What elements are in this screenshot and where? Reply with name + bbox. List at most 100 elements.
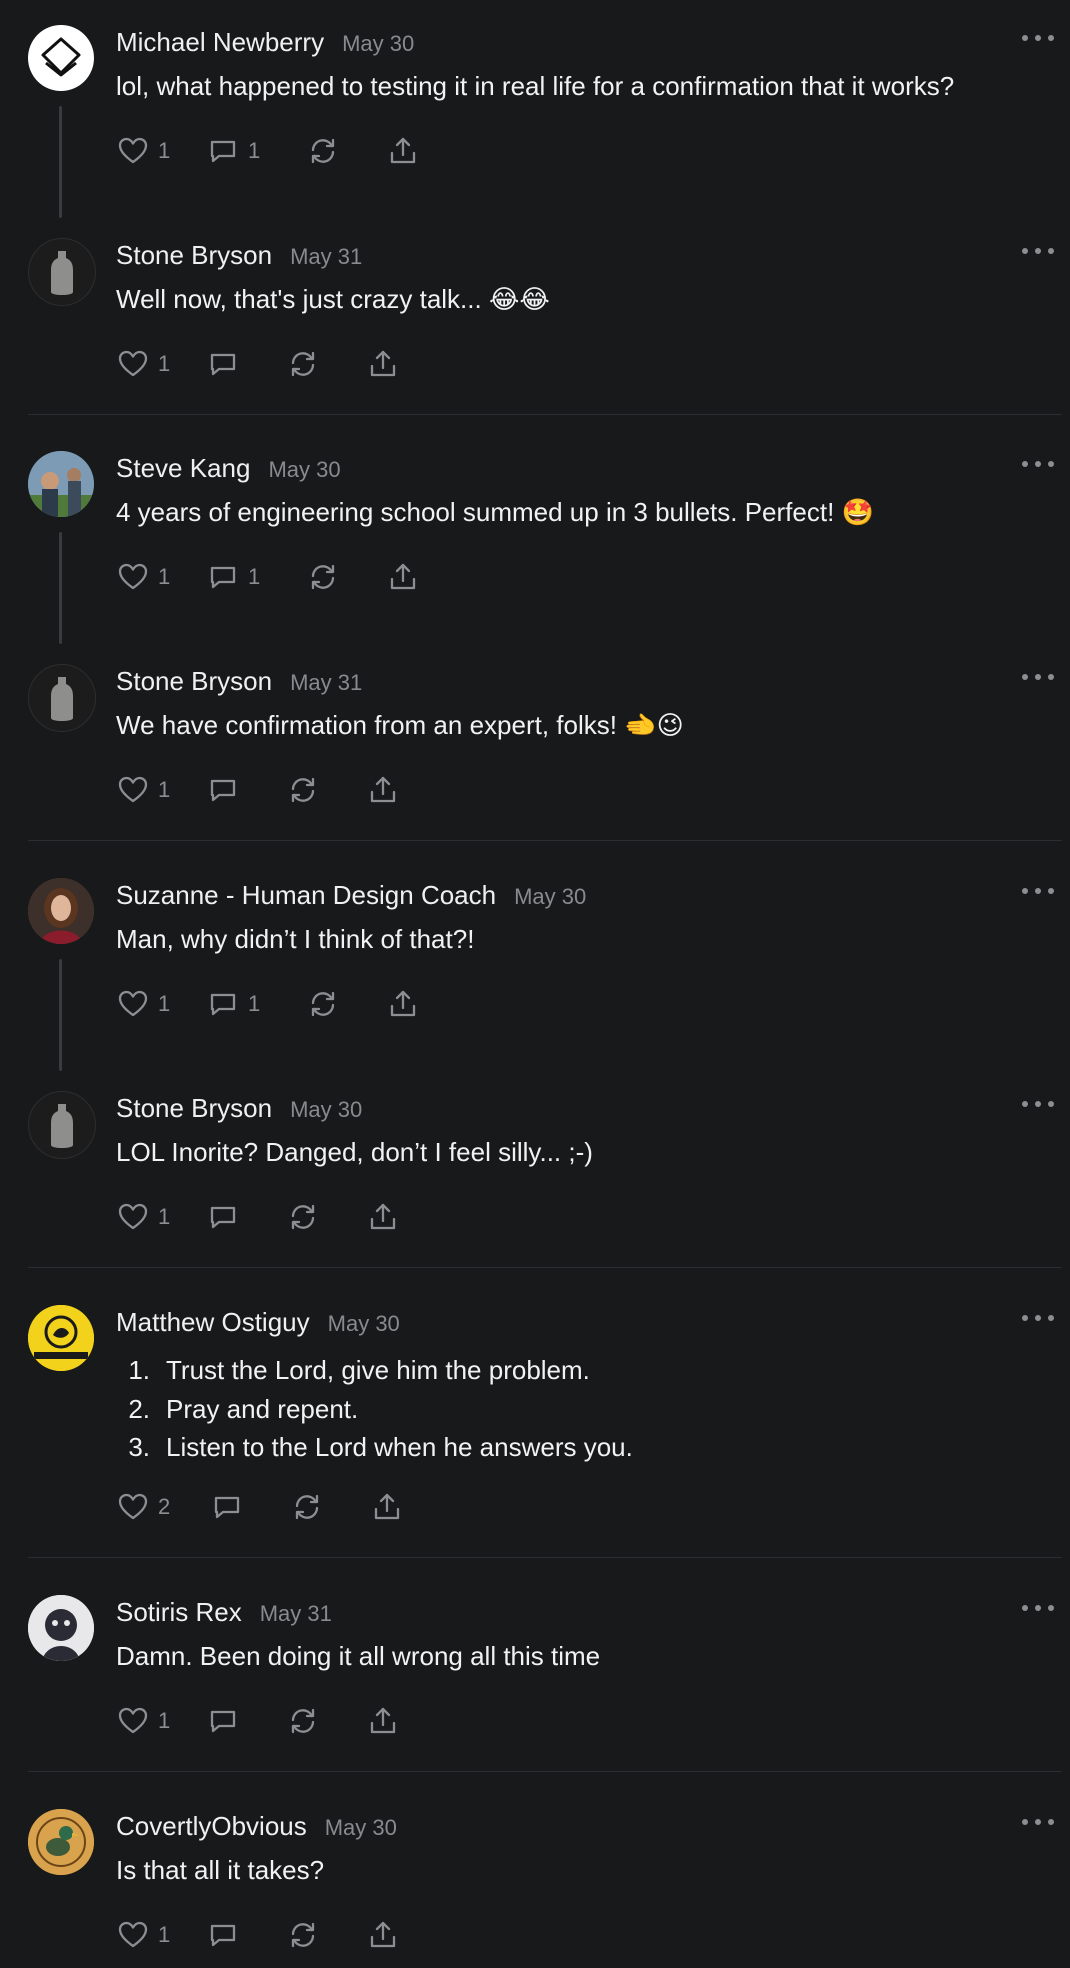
comment-actions: 1 1 bbox=[116, 983, 420, 1025]
restack-button[interactable] bbox=[286, 347, 366, 381]
share-button[interactable] bbox=[370, 1490, 404, 1524]
author-name[interactable]: Stone Bryson bbox=[116, 240, 272, 271]
refresh-icon bbox=[291, 1204, 315, 1230]
reply-button[interactable] bbox=[210, 1490, 290, 1524]
share-button[interactable] bbox=[386, 560, 420, 594]
more-options-icon[interactable] bbox=[1022, 30, 1054, 46]
thread-line bbox=[59, 959, 62, 1071]
share-icon bbox=[390, 137, 416, 164]
avatar[interactable] bbox=[28, 451, 94, 517]
reply-button[interactable]: 1 bbox=[206, 560, 306, 594]
more-options-icon[interactable] bbox=[1022, 883, 1054, 899]
reply-button[interactable]: 1 bbox=[206, 134, 306, 168]
share-icon bbox=[370, 1203, 396, 1230]
refresh-icon bbox=[291, 777, 315, 803]
comment-date[interactable]: May 31 bbox=[290, 670, 362, 696]
comment-icon bbox=[210, 1710, 236, 1733]
author-name[interactable]: Stone Bryson bbox=[116, 666, 272, 697]
avatar[interactable] bbox=[28, 878, 94, 944]
like-button[interactable]: 1 bbox=[116, 1200, 206, 1234]
comment-date[interactable]: May 30 bbox=[325, 1815, 397, 1841]
like-count: 1 bbox=[158, 991, 171, 1016]
like-count: 1 bbox=[158, 777, 171, 802]
restack-button[interactable] bbox=[306, 134, 386, 168]
share-button[interactable] bbox=[366, 773, 400, 807]
heart-icon bbox=[118, 1921, 148, 1948]
comment-text: Damn. Been doing it all wrong all this t… bbox=[116, 1641, 601, 1671]
restack-button[interactable] bbox=[306, 560, 386, 594]
comment-date[interactable]: May 30 bbox=[514, 884, 586, 910]
share-button[interactable] bbox=[366, 1200, 400, 1234]
comment-date[interactable]: May 31 bbox=[260, 1601, 332, 1627]
photo-avatar-icon bbox=[28, 878, 94, 944]
share-button[interactable] bbox=[386, 987, 420, 1021]
comment-text: Is that all it takes? bbox=[116, 1855, 325, 1885]
author-name[interactable]: Michael Newberry bbox=[116, 27, 324, 58]
restack-button[interactable] bbox=[286, 1704, 366, 1738]
reply-button[interactable] bbox=[206, 1704, 286, 1738]
more-options-icon[interactable] bbox=[1022, 1096, 1054, 1112]
author-name[interactable]: Stone Bryson bbox=[116, 1093, 272, 1124]
reply-button[interactable] bbox=[206, 1918, 286, 1952]
avatar[interactable] bbox=[28, 238, 96, 306]
author-name[interactable]: Matthew Ostiguy bbox=[116, 1307, 310, 1338]
thread-line bbox=[59, 106, 62, 218]
like-button[interactable]: 1 bbox=[116, 560, 206, 594]
author-name[interactable]: Steve Kang bbox=[116, 453, 250, 484]
refresh-icon bbox=[291, 351, 315, 377]
author-name[interactable]: Sotiris Rex bbox=[116, 1597, 242, 1628]
like-count: 1 bbox=[158, 351, 171, 376]
avatar[interactable] bbox=[28, 1305, 94, 1371]
like-button[interactable]: 1 bbox=[116, 1918, 206, 1952]
avatar[interactable] bbox=[28, 1809, 94, 1875]
comment-icon bbox=[210, 993, 236, 1016]
refresh-icon bbox=[291, 1922, 315, 1948]
comment-date[interactable]: May 30 bbox=[290, 1097, 362, 1123]
comment-icon bbox=[210, 1206, 236, 1229]
like-button[interactable]: 1 bbox=[116, 773, 206, 807]
comment-date[interactable]: May 31 bbox=[290, 244, 362, 270]
author-name[interactable]: CovertlyObvious bbox=[116, 1811, 307, 1842]
comment-date[interactable]: May 30 bbox=[328, 1311, 400, 1337]
comment-actions: 1 bbox=[116, 1700, 400, 1742]
restack-button[interactable] bbox=[290, 1490, 370, 1524]
restack-button[interactable] bbox=[286, 773, 366, 807]
comment-icon bbox=[210, 140, 236, 163]
heart-icon bbox=[118, 137, 148, 164]
more-options-icon[interactable] bbox=[1022, 1600, 1054, 1616]
reply-button[interactable]: 1 bbox=[206, 987, 306, 1021]
like-button[interactable]: 1 bbox=[116, 1704, 206, 1738]
restack-button[interactable] bbox=[306, 987, 386, 1021]
more-options-icon[interactable] bbox=[1022, 456, 1054, 472]
like-button[interactable]: 2 bbox=[116, 1490, 210, 1524]
more-options-icon[interactable] bbox=[1022, 1814, 1054, 1830]
thread-divider bbox=[28, 1557, 1062, 1558]
avatar[interactable] bbox=[28, 1595, 94, 1661]
restack-button[interactable] bbox=[286, 1200, 366, 1234]
silhouette-avatar-icon bbox=[51, 1104, 73, 1148]
comment-date[interactable]: May 30 bbox=[342, 31, 414, 57]
share-button[interactable] bbox=[366, 347, 400, 381]
like-button[interactable]: 1 bbox=[116, 987, 206, 1021]
reply-button[interactable] bbox=[206, 773, 286, 807]
share-button[interactable] bbox=[386, 134, 420, 168]
list-item: 3. Listen to the Lord when he answers you… bbox=[116, 1428, 633, 1467]
more-options-icon[interactable] bbox=[1022, 1310, 1054, 1326]
like-button[interactable]: 1 bbox=[116, 347, 206, 381]
reply-button[interactable] bbox=[206, 347, 286, 381]
more-options-icon[interactable] bbox=[1022, 669, 1054, 685]
comment-date[interactable]: May 30 bbox=[268, 457, 340, 483]
avatar[interactable] bbox=[28, 664, 96, 732]
heart-icon bbox=[118, 1707, 148, 1734]
share-button[interactable] bbox=[366, 1704, 400, 1738]
comment-actions: 1 1 bbox=[116, 556, 420, 598]
avatar[interactable] bbox=[28, 1091, 96, 1159]
author-name[interactable]: Suzanne - Human Design Coach bbox=[116, 880, 496, 911]
restack-button[interactable] bbox=[286, 1918, 366, 1952]
avatar[interactable] bbox=[28, 25, 94, 91]
like-count: 1 bbox=[158, 138, 171, 163]
like-button[interactable]: 1 bbox=[116, 134, 206, 168]
share-button[interactable] bbox=[366, 1918, 400, 1952]
more-options-icon[interactable] bbox=[1022, 243, 1054, 259]
reply-button[interactable] bbox=[206, 1200, 286, 1234]
